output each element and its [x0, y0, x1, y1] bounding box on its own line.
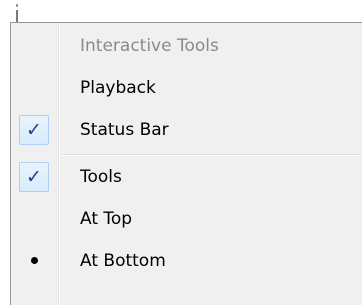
menu-item-label: Status Bar [80, 120, 169, 140]
background-fragment [16, 4, 18, 7]
background-fragment [16, 10, 18, 22]
check-highlight: ✓ [19, 162, 49, 192]
menu-item-label: At Top [80, 209, 133, 229]
menu-item-label: At Bottom [80, 251, 166, 271]
context-menu: Interactive Tools Playback ✓ Status Bar … [10, 22, 362, 305]
menu-item-label: Tools [80, 167, 122, 187]
menu-item-at-bottom[interactable]: At Bottom [11, 242, 362, 280]
menu-item-label: Playback [80, 78, 156, 98]
menu-item-at-top[interactable]: At Top [11, 200, 362, 238]
menu-separator [61, 154, 362, 156]
checkmark-icon: ✓ [26, 166, 42, 188]
menu-item-status-bar[interactable]: ✓ Status Bar [11, 111, 362, 149]
bullet-icon [31, 257, 38, 264]
background-window-strip [0, 0, 362, 22]
checkmark-icon: ✓ [26, 119, 42, 141]
menu-item-label: Interactive Tools [80, 36, 219, 56]
menu-item-tools[interactable]: ✓ Tools [11, 158, 362, 196]
check-highlight: ✓ [19, 115, 49, 145]
menu-item-playback[interactable]: Playback [11, 69, 362, 107]
menu-item-interactive-tools: Interactive Tools [11, 27, 362, 65]
background-window-edge [0, 22, 10, 305]
